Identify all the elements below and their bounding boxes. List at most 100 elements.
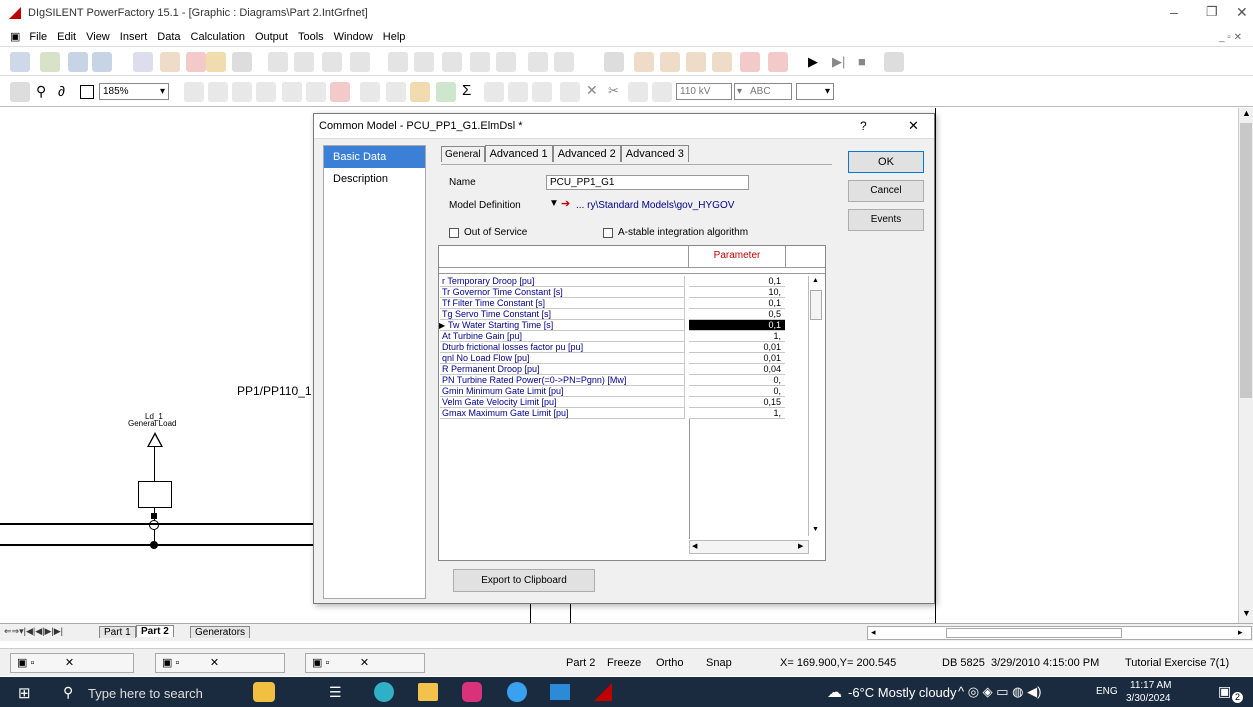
menu-output[interactable]: Output — [250, 28, 293, 47]
parameter-grid[interactable]: Parameter r Temporary Droop [pu] 0,1 Tr G… — [438, 245, 826, 561]
name-field[interactable]: PCU_PP1_G1 — [546, 175, 749, 190]
toolbar-icon[interactable] — [768, 52, 788, 72]
menu-calculation[interactable]: Calculation — [186, 28, 250, 47]
language-indicator[interactable]: ENG — [1096, 686, 1118, 697]
menu-insert[interactable]: Insert — [115, 28, 153, 47]
h-scroll-thumb[interactable] — [946, 628, 1122, 638]
powerfactory-taskbar-icon[interactable] — [594, 683, 612, 701]
model-select-arrow-icon[interactable]: ▼ — [549, 198, 559, 209]
stop-icon[interactable]: ■ — [858, 54, 866, 69]
table-row[interactable]: Velm Gate Velocity Limit [pu] 0,15 — [439, 397, 789, 408]
toolbar-icon[interactable] — [186, 52, 206, 72]
toolbar-icon[interactable] — [484, 82, 504, 102]
restore-icon[interactable]: ❐ — [1206, 4, 1218, 20]
switch-square[interactable] — [151, 513, 157, 519]
windows-start-icon[interactable]: ⊞ — [18, 684, 31, 702]
tab-generators[interactable]: Generators — [190, 626, 251, 638]
toolbar-icon[interactable] — [634, 52, 654, 72]
param-value[interactable]: 0,5 — [689, 309, 785, 320]
param-value[interactable]: 0,15 — [689, 397, 785, 408]
model-jump-icon[interactable]: ➔ — [561, 197, 570, 210]
toolbar-icon[interactable] — [410, 82, 430, 102]
toolbar-icon[interactable] — [442, 52, 462, 72]
sigma-icon[interactable]: Σ — [462, 82, 471, 99]
taskbar-app-icon[interactable] — [253, 682, 275, 702]
toolbar-icon[interactable] — [184, 82, 204, 102]
toolbar-icon[interactable] — [388, 52, 408, 72]
search-icon[interactable]: ⚲ — [36, 83, 46, 100]
toolbar-icon[interactable] — [160, 52, 180, 72]
delete-icon[interactable]: ✕ — [586, 82, 598, 99]
tray-icons[interactable]: ^ ◎ ◈ ▭ ◍ ◀) — [958, 684, 1041, 700]
toolbar-icon[interactable] — [10, 82, 30, 102]
ok-button[interactable]: OK — [848, 151, 924, 173]
tab-part-1[interactable]: Part 1 — [99, 626, 136, 638]
toolbar-icon[interactable] — [554, 52, 574, 72]
bus-node[interactable] — [150, 541, 158, 549]
play-icon[interactable]: ▶ — [808, 54, 818, 70]
table-row[interactable]: r Temporary Droop [pu] 0,1 — [439, 276, 789, 287]
out-of-service-checkbox[interactable] — [449, 228, 459, 238]
toolbar-icon[interactable] — [10, 52, 30, 72]
tab-general[interactable]: General — [441, 146, 485, 162]
toolbar-icon[interactable] — [322, 52, 342, 72]
toolbar-icon[interactable] — [206, 52, 226, 72]
busbar-line[interactable] — [0, 523, 318, 525]
param-value[interactable]: 0, — [689, 375, 785, 386]
file-explorer-icon[interactable] — [418, 683, 438, 701]
toolbar-icon[interactable] — [40, 52, 60, 72]
nav-description[interactable]: Description — [324, 168, 425, 190]
grid-hscroll[interactable]: ◀ ▶ — [689, 540, 809, 554]
table-row[interactable]: qnl No Load Flow [pu] 0,01 — [439, 353, 789, 364]
toolbar-icon[interactable] — [232, 82, 252, 102]
mdi-controls[interactable]: _ ▫ ✕ — [1214, 28, 1247, 47]
switch-circle[interactable] — [149, 520, 159, 530]
nav-basic-data[interactable]: Basic Data — [324, 146, 425, 168]
toolbar-icon[interactable] — [208, 82, 228, 102]
rectangle-icon[interactable] — [80, 85, 94, 99]
taskbar-search-icon[interactable]: ⚲ — [63, 684, 73, 701]
toolbar-icon[interactable] — [508, 82, 528, 102]
minimized-window[interactable]: ▣ ▫ ✕ — [155, 653, 285, 673]
menu-tools[interactable]: Tools — [293, 28, 329, 47]
param-value[interactable]: 10, — [689, 287, 785, 298]
status-freeze[interactable]: Freeze — [607, 657, 641, 669]
scroll-thumb[interactable] — [1240, 123, 1252, 398]
menu-window[interactable]: Window — [329, 28, 378, 47]
status-snap[interactable]: Snap — [706, 657, 732, 669]
toolbar-icon[interactable] — [256, 82, 276, 102]
toolbar-icon[interactable] — [884, 52, 904, 72]
table-row[interactable]: Tf Filter Time Constant [s] 0,1 — [439, 298, 789, 309]
close-icon[interactable]: ✕ — [908, 118, 919, 134]
notification-icon[interactable]: ▣ — [1218, 683, 1231, 700]
toolbar-icon[interactable] — [628, 82, 648, 102]
clock-time[interactable]: 11:17 AM — [1130, 680, 1172, 691]
toolbar-icon[interactable] — [68, 52, 88, 72]
tab-nav-icons[interactable]: ⇐⇒▾|◀|◀|▶|▶| — [4, 626, 63, 637]
toolbar-icon[interactable] — [436, 82, 456, 102]
scroll-right-icon[interactable]: ▸ — [1238, 627, 1243, 638]
toolbar-icon[interactable] — [712, 52, 732, 72]
scroll-left-icon[interactable]: ◀ — [692, 542, 697, 550]
param-value[interactable]: 0,01 — [689, 353, 785, 364]
param-value[interactable]: 0,04 — [689, 364, 785, 375]
menu-view[interactable]: View — [81, 28, 115, 47]
menu-edit[interactable]: Edit — [52, 28, 81, 47]
toolbar-icon[interactable] — [92, 52, 112, 72]
toolbar-icon[interactable] — [330, 82, 350, 102]
toolbar-icon[interactable] — [686, 52, 706, 72]
toolbar-icon[interactable] — [560, 82, 580, 102]
busbar-line[interactable] — [0, 544, 318, 546]
app-icon[interactable] — [507, 682, 527, 702]
toolbar-icon[interactable] — [652, 82, 672, 102]
scroll-left-icon[interactable]: ◂ — [871, 627, 876, 638]
table-row[interactable]: PN Turbine Rated Power(=0->PN=Pgnn) [Mw]… — [439, 375, 789, 386]
param-value[interactable]: 1, — [689, 331, 785, 342]
scroll-right-icon[interactable]: ▶ — [798, 542, 803, 550]
toolbar-icon[interactable] — [282, 82, 302, 102]
table-row[interactable]: R Permanent Droop [pu] 0,04 — [439, 364, 789, 375]
param-value[interactable]: 0,1 — [689, 298, 785, 309]
table-row[interactable]: Gmax Maximum Gate Limit [pu] 1, — [439, 408, 789, 419]
close-icon[interactable]: ✕ — [1236, 4, 1248, 21]
minimize-icon[interactable]: – — [1170, 4, 1178, 20]
